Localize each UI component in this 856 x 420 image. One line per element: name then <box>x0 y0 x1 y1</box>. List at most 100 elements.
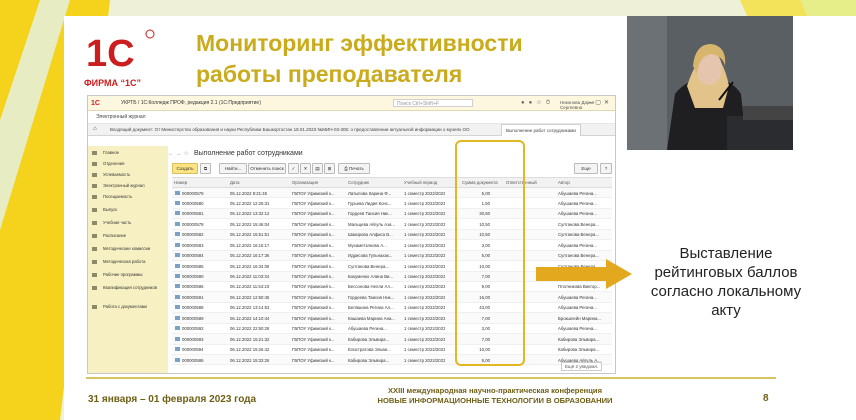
journal-link[interactable]: Электронный журнал <box>88 111 615 124</box>
notifications-badge[interactable]: Ещё 2 уведомл. <box>561 362 603 371</box>
sidebar-item-documents[interactable]: Работа с документами <box>92 304 147 309</box>
row-author: Султанова Венера... <box>558 232 599 238</box>
row-organization: ГБПОУ Уфимский к... <box>292 221 335 227</box>
unpost-icon[interactable]: ✕ <box>300 163 311 174</box>
search-input[interactable]: Поиск Ctrl+Shift+F <box>393 99 473 107</box>
footer-conference-line1: XXIII международная научно-практическая … <box>387 386 603 395</box>
column-header-organization[interactable]: Организация <box>292 180 318 185</box>
column-header-date[interactable]: Дата <box>230 180 240 185</box>
folder-icon <box>92 161 97 166</box>
table-row[interactable]: 000000588 06.12.2022 13:14:53 ГБПОУ Уфимск… <box>172 303 612 314</box>
row-employee: Бокуменко Алина Ви... <box>348 274 394 279</box>
print-button[interactable]: ⎙ Печать <box>338 163 370 174</box>
row-date: 06.12.2022 11:03:34 <box>230 274 270 279</box>
table-row[interactable]: 000000594 06.12.2022 15:26:42 ГБПОУ Уфимск… <box>172 345 612 355</box>
row-employee: Бессонова Нелли Ал... <box>348 284 394 290</box>
sidebar-item-graduation[interactable]: Выпуск <box>92 207 117 212</box>
home-icon[interactable]: ⌂ <box>93 126 97 132</box>
person-icon <box>92 194 97 199</box>
1c-logo: 1С <box>86 29 155 75</box>
row-organization: ГБПОУ Уфимский к... <box>292 263 335 269</box>
row-period: 1 семестр 2022/2023 <box>404 357 446 363</box>
table-row[interactable]: 000000592 06.12.2022 22:50:28 ГБПОУ Уфимск… <box>172 324 612 335</box>
document-icon <box>175 326 180 331</box>
document-icon <box>175 284 180 289</box>
report-icon[interactable]: ▤ <box>312 163 323 174</box>
row-organization: ГБПОУ Уфимский к... <box>292 211 335 217</box>
sidebar-item-attendance[interactable]: Посещаемость <box>92 194 132 199</box>
more-button[interactable]: Еще <box>574 163 598 174</box>
column-header-author[interactable]: Автор <box>558 180 570 185</box>
table-row[interactable]: 000000595 06.12.2022 15:33:26 ГБПОУ Уфимск… <box>172 355 612 366</box>
row-employee: Гордеев Таисия Ник... <box>348 211 392 217</box>
table-row[interactable]: 000000578 05.12.2022 15:46:04 ГБПОУ Уфимск… <box>172 219 612 230</box>
row-period: 1 семестр 2022/2023 <box>404 274 446 279</box>
sidebar-item-programs[interactable]: Рабочие программы <box>92 272 143 277</box>
row-employee: Гурьева Лидия Конс... <box>348 200 392 206</box>
tab-work-execution[interactable]: Выполнение работ сотрудниками <box>501 124 581 136</box>
row-number: 000000593 <box>182 336 204 342</box>
toolbar-icons[interactable]: ●●☆⏱ <box>521 99 554 107</box>
calendar-icon <box>92 233 97 238</box>
document-icon <box>175 274 180 278</box>
table-row[interactable]: 000000591 06.12.2022 12:50:45 ГБПОУ Уфимск… <box>172 292 612 303</box>
find-button[interactable]: Найти... <box>219 163 247 174</box>
footer-date: 31 января – 01 февраля 2023 года <box>88 394 257 405</box>
sidebar-item-qualification[interactable]: Квалификация сотрудников <box>92 285 162 290</box>
table-row[interactable]: 000000589 06.12.2022 14:10:44 ГБПОУ Уфимск… <box>172 313 612 324</box>
tab-incoming-document[interactable]: Входящий документ: От Министерство образ… <box>110 127 469 132</box>
sidebar-item-method-commissions[interactable]: Методические комиссии <box>92 246 150 251</box>
row-employee: Шакирова Алфиса В... <box>348 232 393 238</box>
page-number: 8 <box>763 393 769 404</box>
cancel-search-button[interactable]: Отменить поиск <box>248 163 286 174</box>
arrow-right-icon <box>536 259 632 289</box>
row-author: Абушаева Регина... <box>558 190 597 196</box>
back-forward-icon[interactable]: ← → ☆ <box>168 150 189 157</box>
sidebar-item-academic[interactable]: Учебная часть <box>92 220 131 225</box>
sidebar-item-main[interactable]: Главное <box>92 150 119 155</box>
copy-icon[interactable]: ⧉ <box>200 163 211 174</box>
sidebar-item-method-work[interactable]: Методическая работа <box>92 259 145 264</box>
column-header-number[interactable]: Номер <box>174 180 187 185</box>
row-employee: Гордеева Таисия Ник... <box>348 294 395 300</box>
structure-icon[interactable]: ⊞ <box>324 163 335 174</box>
row-date: 06.12.2022 13:14:53 <box>230 305 270 311</box>
row-number: 000000591 <box>182 294 204 300</box>
row-number: 000000585 <box>182 263 204 269</box>
row-employee: Султанова Венера... <box>348 263 389 269</box>
table-row[interactable]: 000000579 05.12.2022 9:21:45 ГБПОУ Уфимски… <box>172 188 612 199</box>
table-row[interactable]: 000000581 05.12.2022 13:32:12 ГБПОУ Уфимск… <box>172 208 612 220</box>
document-icon <box>175 242 180 247</box>
sidebar-item-schedule[interactable]: Расписание <box>92 233 126 238</box>
column-header-employee[interactable]: Сотрудник <box>348 180 369 185</box>
people-icon <box>92 285 97 290</box>
table-row[interactable]: 000000593 06.12.2022 15:21:32 ГБПОУ Уфимск… <box>172 334 612 345</box>
row-period: 1 семестр 2022/2023 <box>404 190 446 196</box>
document-icon <box>175 221 180 226</box>
document-icon <box>175 232 180 237</box>
row-period: 1 семестр 2022/2023 <box>404 242 446 248</box>
row-number: 000000594 <box>182 347 204 353</box>
help-button[interactable]: ? <box>600 163 612 174</box>
graduate-icon <box>92 207 97 212</box>
window-controls[interactable]: –▢✕ <box>589 99 612 106</box>
table-row[interactable]: 000000582 05.12.2022 15:51:51 ГБПОУ Уфимск… <box>172 229 612 241</box>
post-icon[interactable]: ✓ <box>288 163 299 174</box>
row-employee: Кабирова Эльвира... <box>348 357 390 363</box>
footer-divider <box>86 377 776 379</box>
row-period: 1 семестр 2022/2023 <box>404 221 446 227</box>
sum-column-highlight <box>455 140 525 366</box>
column-header-period[interactable]: Учебный период <box>404 180 437 185</box>
table-row[interactable]: 000000580 05.12.2022 12:25:31 ГБПОУ Уфимск… <box>172 198 612 209</box>
row-author: Абушаева Регина... <box>558 305 597 311</box>
row-period: 1 семестр 2022/2023 <box>404 232 446 238</box>
sidebar-item-journal[interactable]: Электронный журнал <box>92 183 145 188</box>
table-row[interactable]: 000000583 05.12.2022 16:15:17 ГБПОУ Уфимск… <box>172 240 612 251</box>
app-logo-icon: 1С <box>91 99 100 107</box>
sidebar-item-performance[interactable]: Успеваемость <box>92 172 130 177</box>
row-period: 1 семестр 2022/2023 <box>404 294 446 300</box>
row-organization: ГБПОУ Уфимский к... <box>292 190 335 196</box>
sidebar-item-departments[interactable]: Отделения <box>92 161 124 166</box>
create-button[interactable]: Создать <box>172 163 198 174</box>
row-organization: ГБПОУ Уфимский к... <box>292 357 335 363</box>
